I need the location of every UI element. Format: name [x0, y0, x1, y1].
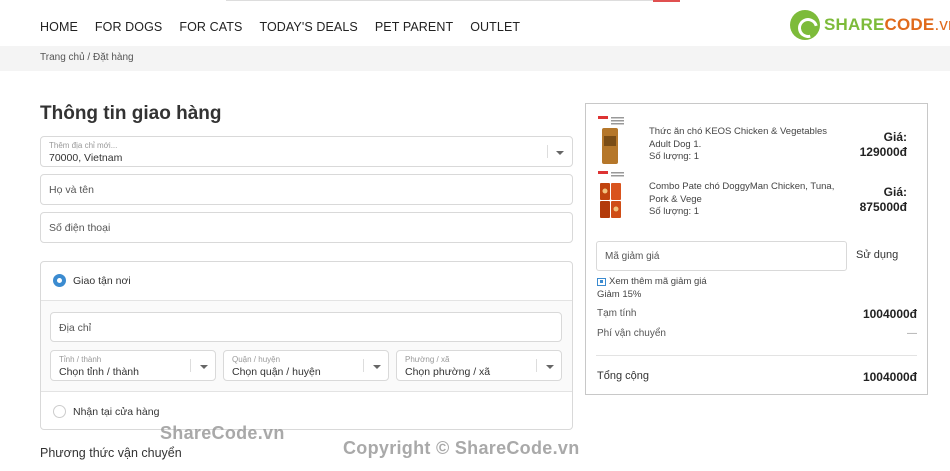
delivery-options: Giao tận nơi Địa chỉ Tỉnh / thành Chọn t… [40, 261, 573, 430]
address-input-placeholder: Địa chỉ [59, 322, 92, 334]
province-select-label: Tỉnh / thành [59, 355, 102, 364]
district-select-value: Chọn quận / huyện [232, 366, 321, 378]
subtotal-value: 1004000đ [862, 307, 917, 321]
coupon-input[interactable]: Mã giảm giá [596, 241, 847, 271]
logo-text-suffix: .vn [934, 15, 950, 34]
product-quantity: Số lượng: 1 [649, 206, 700, 217]
top-navigation: HOME FOR DOGS FOR CATS TODAY'S DEALS PET… [0, 0, 950, 46]
order-summary: Thức ăn chó KEOS Chicken & Vegetables Ad… [585, 103, 928, 395]
product-price: 875000đ [859, 200, 907, 214]
discount-note: Giảm 15% [597, 289, 642, 300]
ward-select[interactable]: Phường / xã Chọn phường / xã [396, 350, 562, 381]
delivery-home-radio[interactable] [53, 274, 66, 287]
address-select-value: 70000, Vietnam [49, 152, 123, 164]
total-label: Tổng cộng [597, 370, 649, 382]
delivery-address-panel: Địa chỉ Tỉnh / thành Chọn tỉnh / thành Q… [41, 300, 572, 392]
nav-item-outlet[interactable]: OUTLET [470, 20, 520, 34]
dog-food-bag-icon [596, 114, 626, 166]
watermark-text: ShareCode.vn [160, 423, 285, 443]
logo-icon [790, 10, 820, 40]
page-title: Thông tin giao hàng [40, 103, 222, 124]
chevron-down-icon [556, 151, 564, 155]
pickup-radio[interactable] [53, 405, 66, 418]
district-select[interactable]: Quận / huyện Chọn quận / huyện [223, 350, 389, 381]
nav-divider [226, 0, 653, 1]
nav-item-for-cats[interactable]: FOR CATS [179, 20, 242, 34]
chevron-down-icon [200, 365, 208, 369]
chevron-down-icon [546, 365, 554, 369]
province-select-value: Chọn tỉnh / thành [59, 366, 139, 378]
address-input[interactable]: Địa chỉ [50, 312, 562, 342]
ward-select-label: Phường / xã [405, 355, 450, 364]
product-name[interactable]: Combo Pate chó DoggyMan Chicken, Tuna, P… [649, 181, 849, 206]
select-separator [547, 145, 548, 158]
site-logo[interactable]: SHARECODE.vn [790, 10, 950, 40]
breadcrumb[interactable]: Trang chủ / Đặt hàng [40, 52, 134, 63]
logo-text-code: CODE [884, 15, 935, 34]
province-select[interactable]: Tỉnh / thành Chọn tỉnh / thành [50, 350, 216, 381]
select-separator [363, 359, 364, 372]
district-select-label: Quận / huyện [232, 355, 281, 364]
more-coupons-label: Xem thêm mã giảm giá [609, 276, 707, 287]
phone-input-placeholder: Số điện thoại [49, 222, 111, 234]
nav-item-pet-parent[interactable]: PET PARENT [375, 20, 453, 34]
product-image [596, 169, 626, 221]
name-input-placeholder: Họ và tên [49, 184, 94, 196]
watermark-copyright: Copyright © ShareCode.vn [343, 438, 580, 458]
shipping-fee-value: — [907, 328, 917, 339]
coupon-icon [597, 277, 606, 286]
ward-select-value: Chọn phường / xã [405, 366, 491, 378]
address-select[interactable]: Thêm địa chỉ mới... 70000, Vietnam [40, 136, 573, 167]
more-coupons-link[interactable]: Xem thêm mã giảm giá [597, 276, 707, 287]
subtotal-label: Tạm tính [597, 308, 637, 319]
cart-item: Thức ăn chó KEOS Chicken & Vegetables Ad… [586, 112, 927, 168]
apply-coupon-button[interactable]: Sử dụng [856, 249, 898, 261]
product-price-label: Giá: [883, 185, 907, 199]
address-select-label: Thêm địa chỉ mới... [49, 141, 118, 150]
logo-text-share: SHARE [824, 15, 885, 34]
product-image [596, 114, 626, 166]
cart-item: Combo Pate chó DoggyMan Chicken, Tuna, P… [586, 167, 927, 223]
nav-item-home[interactable]: HOME [40, 20, 78, 34]
pickup-label: Nhận tại cửa hàng [73, 406, 160, 418]
delivery-home-label: Giao tận nơi [73, 275, 131, 287]
phone-input[interactable]: Số điện thoại [40, 212, 573, 243]
logo-text: SHARECODE.vn [824, 15, 950, 35]
pate-combo-icon [596, 169, 626, 221]
delivery-home-option[interactable]: Giao tận nơi [41, 262, 572, 300]
delivery-pickup-option[interactable]: Nhận tại cửa hàng [41, 393, 572, 429]
nav-menu: HOME FOR DOGS FOR CATS TODAY'S DEALS PET… [40, 20, 537, 34]
shipping-method-title: Phương thức vận chuyển [40, 446, 182, 460]
chevron-down-icon [373, 365, 381, 369]
select-separator [536, 359, 537, 372]
nav-accent-bar [653, 0, 680, 2]
nav-item-for-dogs[interactable]: FOR DOGS [95, 20, 162, 34]
nav-item-todays-deals[interactable]: TODAY'S DEALS [259, 20, 357, 34]
total-value: 1004000đ [862, 370, 917, 384]
shipping-fee-label: Phí vận chuyển [597, 328, 666, 339]
product-price-label: Giá: [883, 130, 907, 144]
product-quantity: Số lượng: 1 [649, 151, 700, 162]
summary-divider [596, 355, 917, 356]
product-price: 129000đ [859, 145, 907, 159]
product-name[interactable]: Thức ăn chó KEOS Chicken & Vegetables Ad… [649, 126, 849, 151]
breadcrumb-bar [0, 46, 950, 71]
name-input[interactable]: Họ và tên [40, 174, 573, 205]
select-separator [190, 359, 191, 372]
